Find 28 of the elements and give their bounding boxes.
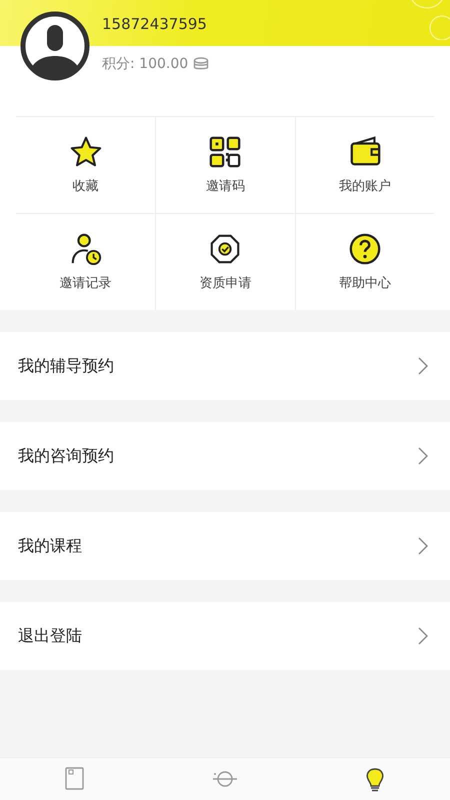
menu-item[interactable]: 我的辅导预约 — [0, 332, 450, 400]
chevron-icon — [418, 447, 428, 465]
shortcut-label[interactable]: 收藏 — [72, 177, 99, 195]
menu-item[interactable]: 退出登陆 — [0, 602, 450, 670]
menu-item[interactable]: 我的课程 — [0, 512, 450, 580]
menu-item-label: 退出登陆 — [18, 626, 82, 646]
shortcut-label[interactable]: 帮助中心 — [338, 274, 391, 292]
chevron-icon — [418, 537, 428, 555]
menu-item-label: 我的辅导预约 — [18, 356, 114, 376]
shortcut-label[interactable]: 邀请码 — [206, 177, 245, 195]
help-icon — [348, 232, 382, 266]
qr-code-icon — [208, 135, 242, 169]
phone-number: 15872437595 — [102, 15, 208, 33]
lightbulb-icon — [366, 768, 384, 792]
menu-item-label: 我的课程 — [18, 536, 82, 556]
menu-item-label: 我的咨询预约 — [18, 446, 114, 466]
shortcut-label[interactable]: 资质申请 — [199, 274, 252, 292]
coins-icon — [193, 57, 210, 71]
chevron-icon — [418, 357, 428, 375]
planet-icon — [213, 771, 237, 787]
star-icon — [68, 135, 103, 169]
chevron-icon — [418, 627, 428, 645]
shortcut-label[interactable]: 我的账户 — [338, 177, 391, 195]
shortcut-label[interactable]: 邀请记录 — [60, 274, 112, 292]
badge-check-icon — [208, 232, 242, 266]
points-text: 积分: 100.00 — [102, 55, 188, 73]
menu-item[interactable]: 我的咨询预约 — [0, 422, 450, 490]
book-icon — [65, 767, 84, 790]
